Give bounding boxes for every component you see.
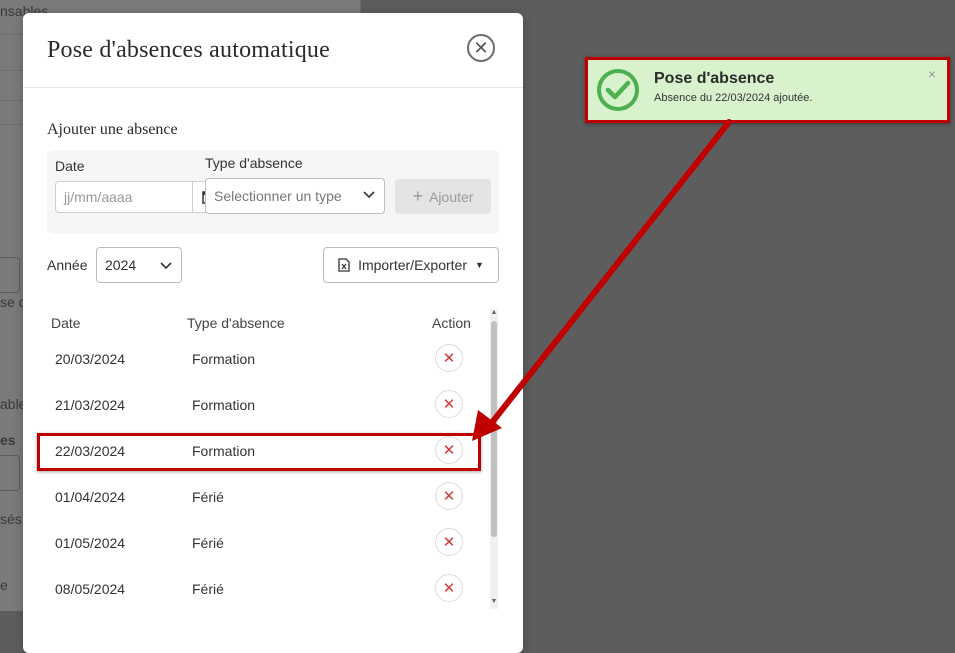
row-type: Férié: [192, 535, 224, 551]
table-row: 08/05/2024 Férié ✕: [37, 567, 481, 613]
chevron-down-icon: [160, 262, 172, 270]
column-header-date: Date: [51, 315, 81, 331]
delete-icon[interactable]: ✕: [435, 390, 463, 418]
background-text: sés: [0, 511, 22, 527]
delete-icon[interactable]: ✕: [435, 528, 463, 556]
column-header-type: Type d'absence: [187, 315, 285, 331]
background-text: e: [0, 577, 8, 593]
close-icon[interactable]: ✕: [467, 34, 495, 62]
type-select[interactable]: Selectionner un type: [205, 178, 385, 214]
highlight-box: [37, 433, 481, 471]
toast-close-icon[interactable]: ×: [928, 66, 936, 82]
row-date: 08/05/2024: [55, 581, 126, 597]
modal-title: Pose d'absences automatique: [47, 37, 330, 63]
plus-icon: +: [412, 186, 424, 206]
import-export-button[interactable]: Importer/Exporter ▼: [323, 247, 499, 283]
column-header-action: Action: [432, 315, 471, 331]
success-toast: Pose d'absence Absence du 22/03/2024 ajo…: [585, 57, 950, 123]
table-row: 01/05/2024 Férié ✕: [37, 521, 481, 567]
delete-icon[interactable]: ✕: [435, 344, 463, 372]
scrollbar-thumb[interactable]: [491, 321, 497, 537]
date-label: Date: [55, 158, 85, 174]
check-circle-icon: [597, 69, 639, 111]
type-select-placeholder: Selectionner un type: [214, 188, 342, 204]
scroll-up-icon[interactable]: ▲: [490, 309, 498, 316]
import-export-label: Importer/Exporter: [358, 257, 467, 273]
table-row: 20/03/2024 Formation ✕: [37, 337, 481, 383]
row-type: Férié: [192, 581, 224, 597]
table-row: 21/03/2024 Formation ✕: [37, 383, 481, 429]
excel-file-icon: [338, 258, 350, 272]
date-input[interactable]: jj/mm/aaaa: [55, 181, 193, 213]
year-select[interactable]: 2024: [96, 247, 182, 283]
row-type: Formation: [192, 397, 256, 413]
add-absence-form: Date jj/mm/aaaa Type d'absence Selection…: [47, 150, 499, 234]
modal-header: Pose d'absences automatique ✕: [23, 13, 523, 88]
row-type: Formation: [192, 351, 256, 367]
row-date: 01/05/2024: [55, 535, 126, 551]
row-date: 01/04/2024: [55, 489, 126, 505]
type-label: Type d'absence: [205, 155, 303, 171]
background-text: es: [0, 432, 16, 448]
delete-icon[interactable]: ✕: [435, 574, 463, 602]
caret-down-icon: ▼: [475, 260, 484, 270]
row-date: 20/03/2024: [55, 351, 126, 367]
toast-title: Pose d'absence: [654, 70, 775, 87]
toast-message: Absence du 22/03/2024 ajoutée.: [654, 92, 813, 104]
background-select: [0, 257, 20, 293]
background-text: se c: [0, 294, 26, 310]
absence-modal: Pose d'absences automatique ✕ Ajouter un…: [23, 13, 523, 653]
section-title: Ajouter une absence: [47, 121, 178, 138]
row-type: Férié: [192, 489, 224, 505]
table-row: 01/04/2024 Férié ✕: [37, 475, 481, 521]
chevron-down-icon: [363, 191, 375, 199]
year-label: Année: [47, 257, 88, 273]
row-date: 21/03/2024: [55, 397, 126, 413]
scroll-down-icon[interactable]: ▼: [490, 598, 498, 605]
add-button-label: Ajouter: [429, 188, 474, 205]
scrollbar[interactable]: ▲ ▼: [490, 309, 498, 609]
background-select: [0, 455, 20, 491]
add-button[interactable]: + Ajouter: [395, 179, 491, 214]
delete-icon[interactable]: ✕: [435, 482, 463, 510]
year-value: 2024: [105, 257, 137, 273]
